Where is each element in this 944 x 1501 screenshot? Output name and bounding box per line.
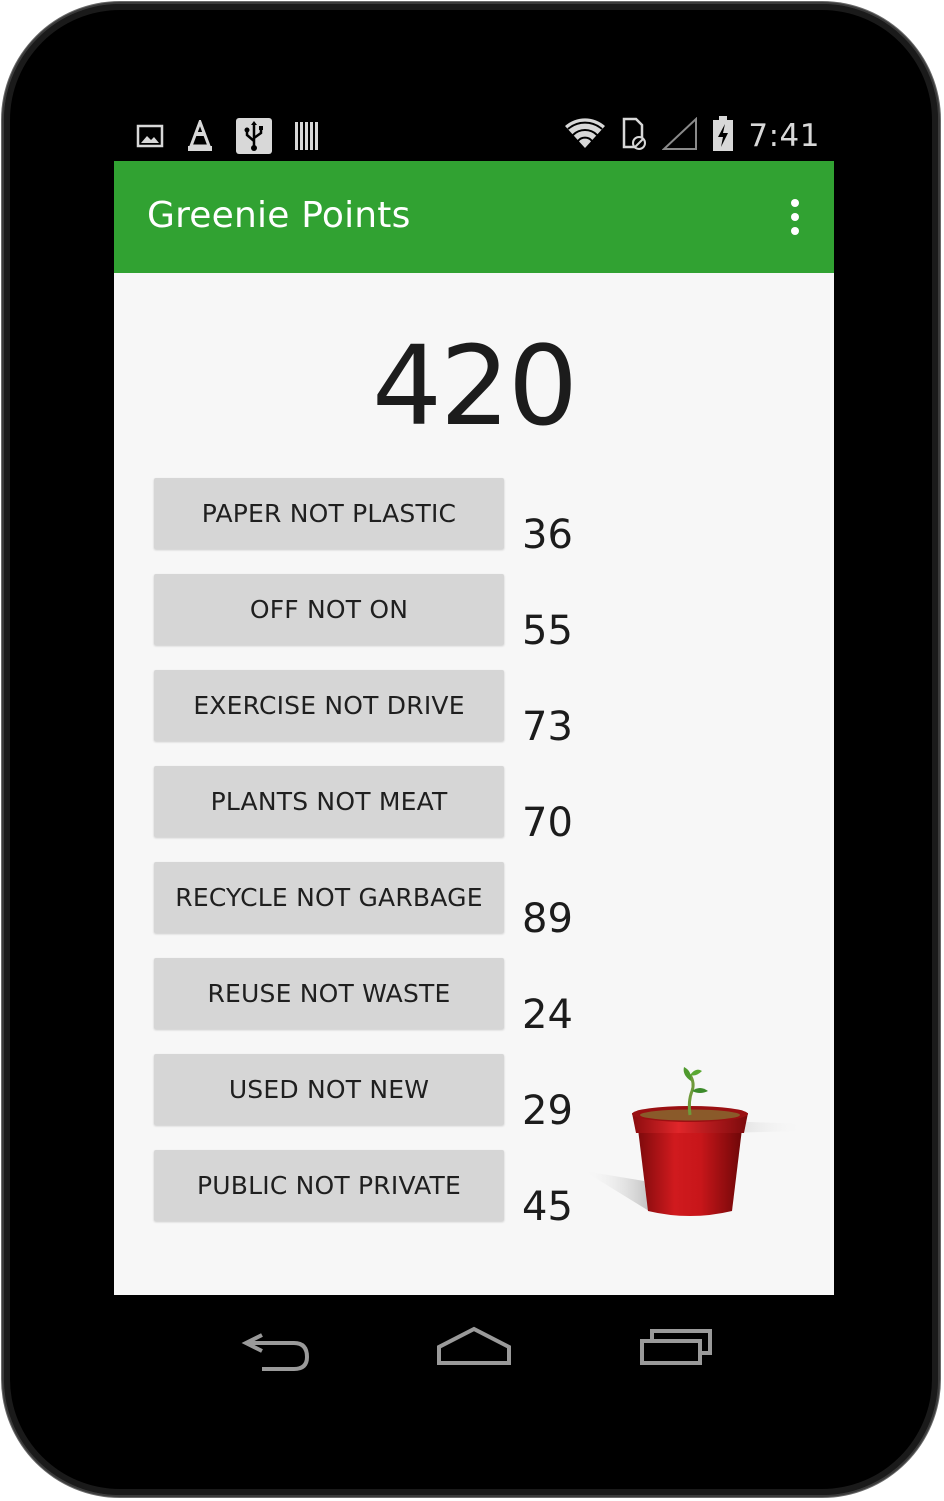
action-button-reuse-not-waste[interactable]: REUSE NOT WASTE [154,958,504,1029]
action-button-used-not-new[interactable]: USED NOT NEW [154,1054,504,1125]
signal-icon [661,116,698,155]
action-button-exercise-not-drive[interactable]: EXERCISE NOT DRIVE [154,670,504,741]
back-icon[interactable] [232,1317,322,1377]
action-button-off-not-on[interactable]: OFF NOT ON [154,574,504,645]
action-button-recycle-not-garbage[interactable]: RECYCLE NOT GARBAGE [154,862,504,933]
action-score: 45 [522,1184,573,1230]
usb-icon [236,118,272,158]
total-points: 420 [372,322,578,450]
action-button-paper-not-plastic[interactable]: PAPER NOT PLASTIC [154,478,504,549]
action-score: 55 [522,608,573,654]
sim-card-icon [620,117,648,155]
action-button-plants-not-meat[interactable]: PLANTS NOT MEAT [154,766,504,837]
app-title: Greenie Points [147,195,411,236]
vlc-cone-icon [186,117,214,156]
battery-charging-icon [712,116,734,156]
image-icon [136,123,164,153]
action-row: PLANTS NOT MEAT 70 [154,766,654,862]
action-row: RECYCLE NOT GARBAGE 89 [154,862,654,958]
action-score: 73 [522,704,573,750]
action-score: 70 [522,800,573,846]
menu-dot [791,227,799,235]
recents-icon[interactable] [632,1317,722,1377]
menu-dot [791,199,799,207]
app-screen: Greenie Points 420 PAPER NOT PLASTIC 36 … [114,161,834,1295]
navigation-bar [114,1295,834,1405]
app-bar: Greenie Points [114,161,834,273]
action-score: 29 [522,1088,573,1134]
wifi-icon [564,118,606,154]
action-score: 36 [522,512,573,558]
overflow-menu-icon[interactable] [780,195,810,239]
action-score: 24 [522,992,573,1038]
action-row: PAPER NOT PLASTIC 36 [154,478,654,574]
action-row: EXERCISE NOT DRIVE 73 [154,670,654,766]
action-score: 89 [522,896,573,942]
action-row: OFF NOT ON 55 [154,574,654,670]
potted-plant-image [584,1067,804,1216]
action-button-public-not-private[interactable]: PUBLIC NOT PRIVATE [154,1150,504,1221]
barcode-icon [294,121,320,155]
status-bar: 7:41 [114,110,834,160]
system-status-icons: 7:41 [564,116,820,156]
notification-icons [136,117,320,158]
menu-dot [791,213,799,221]
action-row: REUSE NOT WASTE 24 [154,958,654,1054]
home-icon[interactable] [429,1317,519,1377]
clock: 7:41 [748,118,820,154]
